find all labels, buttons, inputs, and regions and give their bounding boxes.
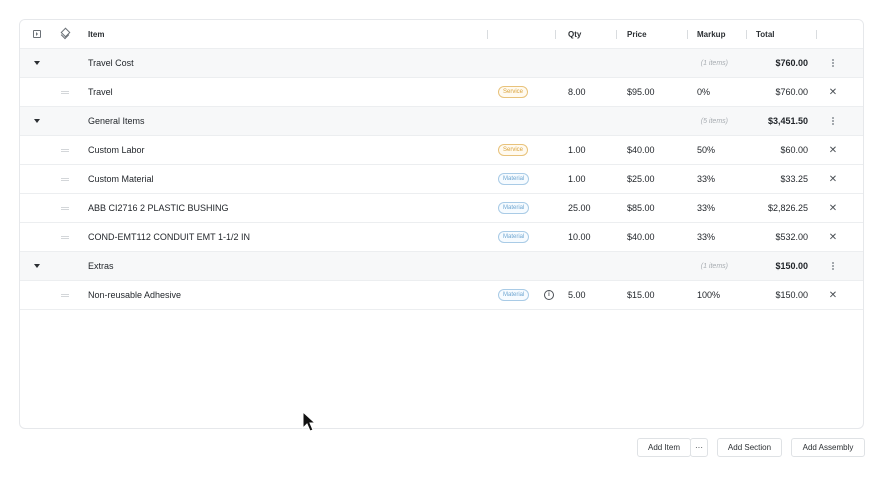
kebab-menu-icon[interactable] [826,252,840,280]
mouse-cursor-icon [302,411,317,432]
item-qty[interactable]: 5.00 [568,281,586,309]
item-name[interactable]: Custom Material [88,165,154,193]
item-total: $532.00 [775,232,808,242]
line-item-row[interactable]: Travel Service 8.00 $95.00 0% $760.00 ✕ [20,78,863,107]
drag-handle-icon[interactable] [58,165,72,193]
close-icon[interactable]: ✕ [826,223,840,251]
item-markup[interactable]: 100% [697,281,720,309]
close-icon[interactable]: ✕ [826,136,840,164]
line-items-table: Item Qty Price Markup Total Travel Cost (… [19,19,864,429]
section-total: $760.00 [775,58,808,68]
column-divider[interactable] [746,30,747,39]
column-divider[interactable] [487,30,488,39]
section-total: $3,451.50 [767,116,808,126]
item-type-badge: Service [498,136,529,164]
item-price[interactable]: $95.00 [627,78,655,106]
section-total: $150.00 [775,261,808,271]
item-total: $60.00 [780,145,808,155]
section-name: General Items [88,116,145,126]
close-icon[interactable]: ✕ [826,78,840,106]
item-type-badge: Material [498,223,530,251]
column-divider[interactable] [816,30,817,39]
info-icon[interactable]: i [542,281,556,309]
badge-label: Service [498,86,529,98]
item-qty[interactable]: 1.00 [568,136,586,164]
header-total[interactable]: Total [756,20,808,48]
item-type-badge: Material [498,281,530,309]
section-item-count: (1 items) [700,262,728,270]
header-markup[interactable]: Markup [697,20,725,48]
header-item[interactable]: Item [88,20,104,48]
drag-handle-icon[interactable] [58,281,72,309]
badge-label: Material [498,202,530,214]
line-item-row[interactable]: Custom Labor Service 1.00 $40.00 50% $60.00 ✕ [20,136,863,165]
section-row[interactable]: Travel Cost (1 items) $760.00 [20,49,863,78]
add-item-button[interactable]: Add Item [637,438,691,457]
section-row[interactable]: Extras (1 items) $150.00 [20,252,863,281]
badge-label: Material [498,289,530,301]
item-name[interactable]: ABB CI2716 2 PLASTIC BUSHING [88,194,229,222]
line-item-row[interactable]: Custom Material Material 1.00 $25.00 33% $33.… [20,165,863,194]
column-divider[interactable] [687,30,688,39]
item-markup[interactable]: 33% [697,165,715,193]
drag-handle-icon[interactable] [58,78,72,106]
drag-handle-icon[interactable] [58,136,72,164]
item-qty[interactable]: 8.00 [568,78,586,106]
drag-handle-icon[interactable] [58,194,72,222]
section-row[interactable]: General Items (5 items) $3,451.50 [20,107,863,136]
section-item-count: (5 items) [700,117,728,125]
caret-down-icon[interactable] [30,252,44,280]
section-name: Travel Cost [88,58,134,68]
badge-label: Material [498,173,530,185]
header-price[interactable]: Price [627,20,647,48]
kebab-menu-icon[interactable] [826,107,840,135]
add-section-button[interactable]: Add Section [717,438,782,457]
item-total: $2,826.25 [767,203,808,213]
item-type-badge: Material [498,165,530,193]
kebab-menu-icon[interactable] [826,49,840,77]
layers-icon[interactable] [58,20,72,48]
item-markup[interactable]: 33% [697,194,715,222]
caret-down-icon[interactable] [30,107,44,135]
line-item-row[interactable]: COND-EMT112 CONDUIT EMT 1-1/2 IN Material… [20,223,863,252]
item-price[interactable]: $40.00 [627,223,655,251]
item-qty[interactable]: 25.00 [568,194,591,222]
item-type-badge: Material [498,194,530,222]
add-assembly-button[interactable]: Add Assembly [791,438,865,457]
badge-label: Material [498,231,530,243]
item-qty[interactable]: 10.00 [568,223,591,251]
badge-label: Service [498,144,529,156]
item-name[interactable]: COND-EMT112 CONDUIT EMT 1-1/2 IN [88,223,250,251]
section-name: Extras [88,261,114,271]
item-type-badge: Service [498,78,529,106]
column-divider[interactable] [616,30,617,39]
close-icon[interactable]: ✕ [826,194,840,222]
item-price[interactable]: $40.00 [627,136,655,164]
item-name[interactable]: Non-reusable Adhesive [88,281,181,309]
close-icon[interactable]: ✕ [826,165,840,193]
item-price[interactable]: $15.00 [627,281,655,309]
item-total: $150.00 [775,290,808,300]
table-header: Item Qty Price Markup Total [20,20,863,49]
item-markup[interactable]: 0% [697,78,710,106]
expand-box-icon[interactable] [30,20,44,48]
caret-down-icon[interactable] [30,49,44,77]
item-name[interactable]: Custom Labor [88,136,145,164]
close-icon[interactable]: ✕ [826,281,840,309]
drag-handle-icon[interactable] [58,223,72,251]
column-divider[interactable] [555,30,556,39]
item-markup[interactable]: 33% [697,223,715,251]
header-qty[interactable]: Qty [568,20,581,48]
item-price[interactable]: $25.00 [627,165,655,193]
item-qty[interactable]: 1.00 [568,165,586,193]
section-item-count: (1 items) [700,59,728,67]
item-price[interactable]: $85.00 [627,194,655,222]
line-item-row[interactable]: Non-reusable Adhesive Material i 5.00 $15.00… [20,281,863,310]
item-markup[interactable]: 50% [697,136,715,164]
more-options-button[interactable]: ··· [690,438,708,457]
item-name[interactable]: Travel [88,78,113,106]
item-total: $760.00 [775,87,808,97]
item-total: $33.25 [780,174,808,184]
line-item-row[interactable]: ABB CI2716 2 PLASTIC BUSHING Material 25.0… [20,194,863,223]
